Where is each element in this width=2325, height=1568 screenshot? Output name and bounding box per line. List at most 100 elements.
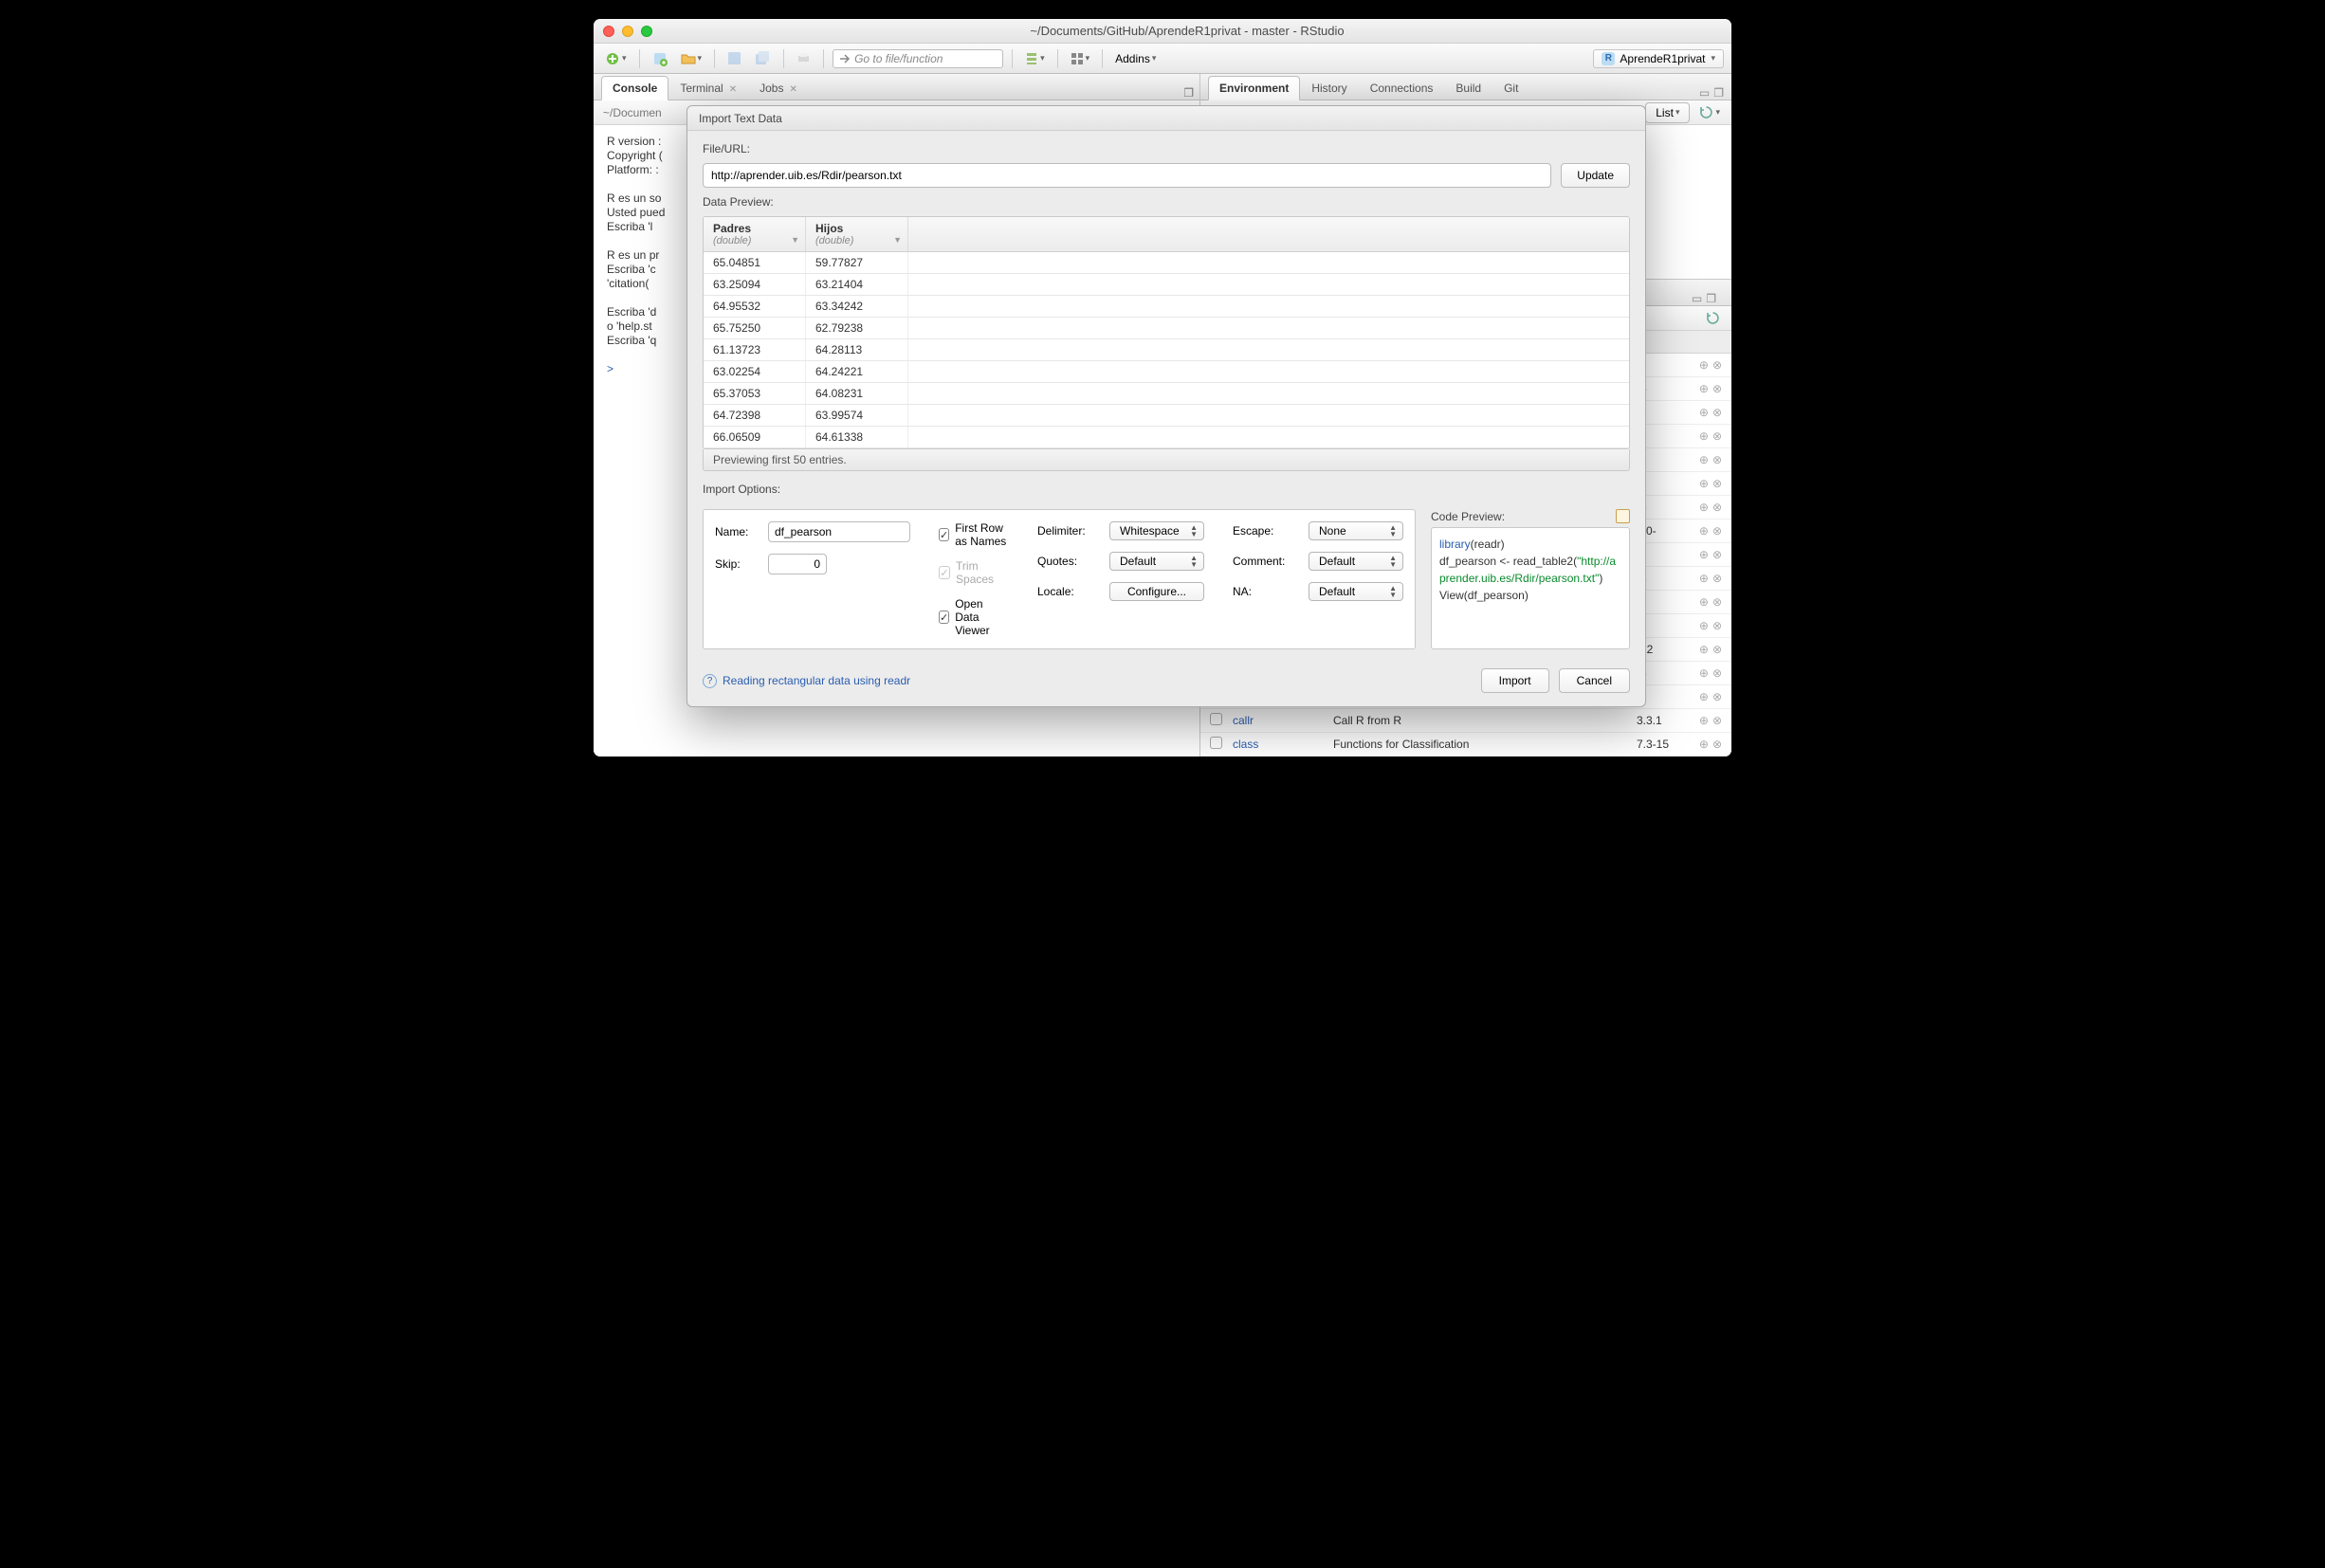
new-project-button[interactable] xyxy=(649,49,671,68)
minimize-pane-icon[interactable]: ▭ xyxy=(1699,86,1710,100)
remove-icon[interactable]: ⊗ xyxy=(1712,453,1722,466)
remove-icon[interactable]: ⊗ xyxy=(1712,572,1722,585)
locale-configure-button[interactable]: Configure... xyxy=(1109,582,1204,601)
web-icon[interactable]: ⊕ xyxy=(1699,453,1709,466)
save-button[interactable] xyxy=(723,49,745,67)
remove-icon[interactable]: ⊗ xyxy=(1712,738,1722,751)
tab-connections[interactable]: Connections xyxy=(1359,76,1445,100)
close-icon[interactable]: ✕ xyxy=(789,84,796,95)
close-icon[interactable] xyxy=(603,26,614,37)
tab-environment[interactable]: Environment xyxy=(1208,76,1300,100)
maximize-icon[interactable]: ❐ xyxy=(1178,86,1199,100)
remove-icon[interactable]: ⊗ xyxy=(1712,358,1722,372)
web-icon[interactable]: ⊕ xyxy=(1699,595,1709,609)
cancel-button[interactable]: Cancel xyxy=(1559,668,1630,693)
open-viewer-checkbox[interactable]: ✓Open Data Viewer xyxy=(939,597,1009,637)
addins-menu[interactable]: Addins ▾ xyxy=(1111,50,1160,67)
remove-icon[interactable]: ⊗ xyxy=(1712,619,1722,632)
web-icon[interactable]: ⊕ xyxy=(1699,666,1709,680)
remove-icon[interactable]: ⊗ xyxy=(1712,714,1722,727)
remove-icon[interactable]: ⊗ xyxy=(1712,501,1722,514)
remove-icon[interactable]: ⊗ xyxy=(1712,595,1722,609)
maximize-pane-icon[interactable]: ❐ xyxy=(1713,86,1724,100)
save-all-button[interactable] xyxy=(751,49,775,67)
web-icon[interactable]: ⊕ xyxy=(1699,738,1709,751)
open-file-button[interactable]: ▾ xyxy=(677,49,706,68)
import-button[interactable]: Import xyxy=(1481,668,1549,693)
web-icon[interactable]: ⊕ xyxy=(1699,406,1709,419)
first-row-checkbox[interactable]: ✓First Row as Names xyxy=(939,521,1009,548)
web-icon[interactable]: ⊕ xyxy=(1699,477,1709,490)
print-button[interactable] xyxy=(793,49,815,67)
tab-terminal[interactable]: Terminal✕ xyxy=(668,76,748,100)
remove-icon[interactable]: ⊗ xyxy=(1712,429,1722,443)
zoom-icon[interactable] xyxy=(641,26,652,37)
comment-select[interactable]: Default▲▼ xyxy=(1309,552,1403,571)
web-icon[interactable]: ⊕ xyxy=(1699,501,1709,514)
web-icon[interactable]: ⊕ xyxy=(1699,429,1709,443)
web-icon[interactable]: ⊕ xyxy=(1699,548,1709,561)
locale-label: Locale: xyxy=(1037,585,1102,598)
web-icon[interactable]: ⊕ xyxy=(1699,690,1709,703)
web-icon[interactable]: ⊕ xyxy=(1699,572,1709,585)
web-icon[interactable]: ⊕ xyxy=(1699,382,1709,395)
web-icon[interactable]: ⊕ xyxy=(1699,714,1709,727)
table-row: 64.7239863.99574 xyxy=(704,405,1629,427)
tab-history[interactable]: History xyxy=(1300,76,1358,100)
help-link[interactable]: ?Reading rectangular data using readr xyxy=(703,674,910,688)
package-checkbox[interactable] xyxy=(1210,737,1222,749)
remove-icon[interactable]: ⊗ xyxy=(1712,643,1722,656)
remove-icon[interactable]: ⊗ xyxy=(1712,666,1722,680)
refresh-icon[interactable]: ▾ xyxy=(1695,103,1724,121)
minimize-pane-icon[interactable]: ▭ xyxy=(1692,292,1702,305)
package-name-link[interactable]: class xyxy=(1233,738,1333,751)
chevron-down-icon[interactable]: ▼ xyxy=(791,235,799,245)
tools-button[interactable]: ▾ xyxy=(1021,50,1049,67)
skip-label: Skip: xyxy=(715,557,760,571)
grid-button[interactable]: ▾ xyxy=(1067,50,1094,67)
web-icon[interactable]: ⊕ xyxy=(1699,358,1709,372)
column-header-padres[interactable]: Padres (double) ▼ xyxy=(704,217,806,251)
tab-jobs[interactable]: Jobs✕ xyxy=(748,76,809,100)
file-url-input[interactable] xyxy=(703,163,1551,188)
data-preview-table[interactable]: Padres (double) ▼ Hijos (double) ▼ xyxy=(703,216,1630,449)
maximize-pane-icon[interactable]: ❐ xyxy=(1706,292,1716,305)
remove-icon[interactable]: ⊗ xyxy=(1712,477,1722,490)
column-header-hijos[interactable]: Hijos (double) ▼ xyxy=(806,217,908,251)
refresh-icon[interactable] xyxy=(1702,309,1724,327)
package-checkbox[interactable] xyxy=(1210,713,1222,725)
web-icon[interactable]: ⊕ xyxy=(1699,643,1709,656)
minimize-icon[interactable] xyxy=(622,26,633,37)
na-select[interactable]: Default▲▼ xyxy=(1309,582,1403,601)
tab-git[interactable]: Git xyxy=(1492,76,1529,100)
skip-input[interactable] xyxy=(768,554,827,574)
remove-icon[interactable]: ⊗ xyxy=(1712,690,1722,703)
table-row: 65.7525062.79238 xyxy=(704,318,1629,339)
titlebar: ~/Documents/GitHub/AprendeR1privat - mas… xyxy=(594,19,1731,44)
chevron-down-icon[interactable]: ▼ xyxy=(893,235,902,245)
code-preview[interactable]: library(readr)df_pearson <- read_table2(… xyxy=(1431,527,1630,649)
console-prompt[interactable]: > xyxy=(607,362,613,375)
goto-file-input[interactable]: Go to file/function xyxy=(833,49,1003,68)
web-icon[interactable]: ⊕ xyxy=(1699,619,1709,632)
remove-icon[interactable]: ⊗ xyxy=(1712,548,1722,561)
delimiter-select[interactable]: Whitespace▲▼ xyxy=(1109,521,1204,540)
escape-select[interactable]: None▲▼ xyxy=(1309,521,1403,540)
package-name-link[interactable]: callr xyxy=(1233,714,1333,727)
close-icon[interactable]: ✕ xyxy=(729,84,737,95)
tab-build[interactable]: Build xyxy=(1444,76,1492,100)
window-title: ~/Documents/GitHub/AprendeR1privat - mas… xyxy=(652,24,1722,38)
delimiter-label: Delimiter: xyxy=(1037,524,1102,538)
quotes-select[interactable]: Default▲▼ xyxy=(1109,552,1204,571)
project-menu[interactable]: R AprendeR1privat ▾ xyxy=(1593,49,1724,68)
remove-icon[interactable]: ⊗ xyxy=(1712,406,1722,419)
remove-icon[interactable]: ⊗ xyxy=(1712,382,1722,395)
web-icon[interactable]: ⊕ xyxy=(1699,524,1709,538)
tab-console[interactable]: Console xyxy=(601,76,668,100)
remove-icon[interactable]: ⊗ xyxy=(1712,524,1722,538)
name-input[interactable] xyxy=(768,521,910,542)
list-view-button[interactable]: List ▾ xyxy=(1645,102,1690,123)
clipboard-icon[interactable] xyxy=(1616,509,1630,523)
new-file-button[interactable]: ▾ xyxy=(601,49,631,68)
update-button[interactable]: Update xyxy=(1561,163,1630,188)
